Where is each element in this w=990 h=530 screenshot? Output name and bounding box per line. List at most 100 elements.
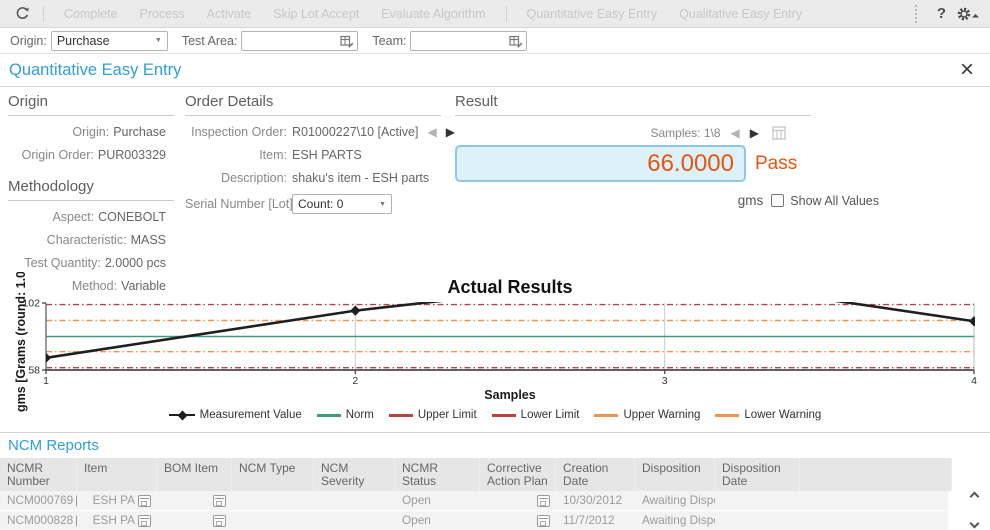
table-scrollbar[interactable] [964, 490, 984, 530]
field-label: Origin Order: [22, 148, 94, 162]
field-label: Item: [185, 148, 287, 162]
field-value: MASS [131, 233, 166, 247]
legend-item: Upper Limit [389, 409, 477, 421]
disposition-cell: Awaiting Dispositi [635, 511, 715, 530]
column-header[interactable]: Disposition [635, 458, 715, 491]
item-field: Item: ESH PARTS [185, 148, 441, 162]
ncm-reports-section: NCM Reports NCMR Number Item BOM Item NC… [0, 432, 990, 530]
serial-number-select[interactable]: Count: 0 ▼ [292, 194, 392, 214]
field-value: R01000227\10 [Active] [292, 125, 418, 139]
legend-label: Norm [346, 409, 374, 421]
legend-diamond-marker-icon [169, 411, 195, 420]
process-button[interactable]: Process [140, 7, 185, 21]
legend-label: Measurement Value [200, 409, 302, 421]
help-button[interactable]: ? [937, 5, 946, 22]
cell-value: Open [402, 511, 431, 530]
legend-line-marker-icon [594, 414, 618, 417]
corrective-action-cell [480, 491, 556, 510]
table-row[interactable]: NCM000828 ESH PA Open 11/7/2012 Awaiting… [0, 511, 948, 530]
sample-sheet-icon[interactable] [771, 125, 787, 141]
value-help-icon[interactable] [509, 34, 523, 48]
bom-item-cell [157, 491, 232, 510]
ncmr-number-cell: NCM000769 [0, 491, 77, 510]
origin-order-field: Origin Order: PUR003329 [8, 148, 174, 162]
legend-item: Lower Limit [492, 409, 580, 421]
chevron-down-icon: ▼ [155, 37, 162, 44]
samples-navigator: Samples: 1\8 ◀ ▶ [455, 125, 787, 141]
column-header[interactable]: NCMR Number [0, 458, 77, 491]
quantitative-easy-entry-button[interactable]: Quantitative Easy Entry [527, 7, 658, 21]
item-cell: ESH PA [77, 511, 157, 530]
cell-value: Open [402, 491, 431, 510]
chevron-down-icon: ▼ [379, 201, 386, 208]
qualitative-easy-entry-button[interactable]: Qualitative Easy Entry [679, 7, 802, 21]
legend-label: Upper Warning [623, 409, 700, 421]
skip-lot-accept-button[interactable]: Skip Lot Accept [273, 7, 359, 21]
serial-number-field: Serial Number [Lot]: Count: 0 ▼ [185, 194, 441, 214]
legend-line-marker-icon [492, 414, 516, 417]
origin-section-title: Origin [8, 93, 174, 116]
column-header[interactable]: NCMR Status [395, 458, 480, 491]
result-section-title: Result [455, 93, 811, 116]
settings-button[interactable] [956, 6, 978, 22]
detail-form-icon[interactable] [138, 495, 151, 507]
cell-value: 10/30/2012 [563, 491, 622, 510]
detail-form-icon[interactable] [213, 495, 226, 507]
scroll-down-icon[interactable] [969, 519, 979, 529]
detail-form-icon[interactable] [213, 515, 226, 527]
field-label: Test Quantity: [24, 256, 100, 270]
table-row[interactable]: NCM000769 ESH PA Open 10/30/2012 Awaitin… [0, 491, 948, 511]
field-value: ESH PARTS [292, 148, 362, 162]
refresh-button[interactable] [10, 3, 34, 25]
methodology-section-title: Methodology [8, 178, 174, 201]
result-value-input[interactable]: 66.0000 [455, 145, 746, 182]
cell-value: ESH PA [93, 511, 135, 530]
origin-select[interactable]: Purchase ▼ [51, 31, 168, 51]
detail-form-icon[interactable] [537, 495, 550, 507]
legend-line-marker-icon [389, 414, 413, 417]
test-area-input[interactable] [241, 31, 358, 51]
column-header[interactable]: NCM Type [232, 458, 314, 491]
ncm-type-cell [232, 511, 314, 530]
detail-form-icon[interactable] [537, 515, 550, 527]
detail-form-icon[interactable] [76, 515, 77, 527]
samples-counter: Samples: 1\8 [650, 126, 720, 140]
origin-field: Origin: Purchase [8, 125, 174, 139]
next-sample-icon[interactable]: ▶ [750, 126, 759, 140]
field-value: CONEBOLT [98, 210, 166, 224]
close-icon[interactable]: × [960, 60, 974, 80]
aspect-field: Aspect: CONEBOLT [8, 210, 174, 224]
legend-item: Norm [317, 409, 374, 421]
scroll-up-icon[interactable] [969, 492, 979, 502]
column-header[interactable]: BOM Item [157, 458, 232, 491]
column-header[interactable]: Creation Date [556, 458, 635, 491]
legend-line-marker-icon [715, 414, 739, 417]
detail-form-icon[interactable] [138, 515, 151, 527]
unit-label: gms [738, 193, 764, 208]
evaluate-algorithm-button[interactable]: Evaluate Algorithm [381, 7, 485, 21]
detail-form-icon[interactable] [76, 495, 77, 507]
field-label: Inspection Order: [185, 125, 287, 139]
field-label: Serial Number [Lot]: [185, 197, 287, 211]
ncmr-number-cell: NCM000828 [0, 511, 77, 530]
column-header[interactable]: Item [77, 458, 157, 491]
previous-sample-icon[interactable]: ◀ [731, 126, 740, 140]
complete-button[interactable]: Complete [64, 7, 118, 21]
column-header-filler [800, 458, 952, 491]
previous-order-icon[interactable]: ◀ [427, 125, 436, 139]
column-header[interactable]: Disposition Date [715, 458, 800, 491]
team-input[interactable] [410, 31, 527, 51]
show-all-values-checkbox[interactable] [771, 194, 784, 207]
value-help-icon[interactable] [340, 34, 354, 48]
origin-filter-label: Origin: [10, 34, 47, 48]
activate-button[interactable]: Activate [207, 7, 251, 21]
ncmr-status-cell: Open [395, 491, 480, 510]
column-header[interactable]: Corrective Action Plan [480, 458, 556, 491]
next-order-icon[interactable]: ▶ [446, 125, 455, 139]
unit-row: gms Show All Values [455, 193, 879, 208]
chart-legend: Measurement Value Norm Upper Limit Lower Li… [0, 409, 990, 421]
inspection-order-field: Inspection Order: R01000227\10 [Active] … [185, 125, 441, 139]
actual-results-chart: Actual Results gms [Grams (round: 1.00 1… [0, 272, 990, 432]
column-header[interactable]: NCM Severity [314, 458, 395, 491]
field-label: Origin: [72, 125, 109, 139]
